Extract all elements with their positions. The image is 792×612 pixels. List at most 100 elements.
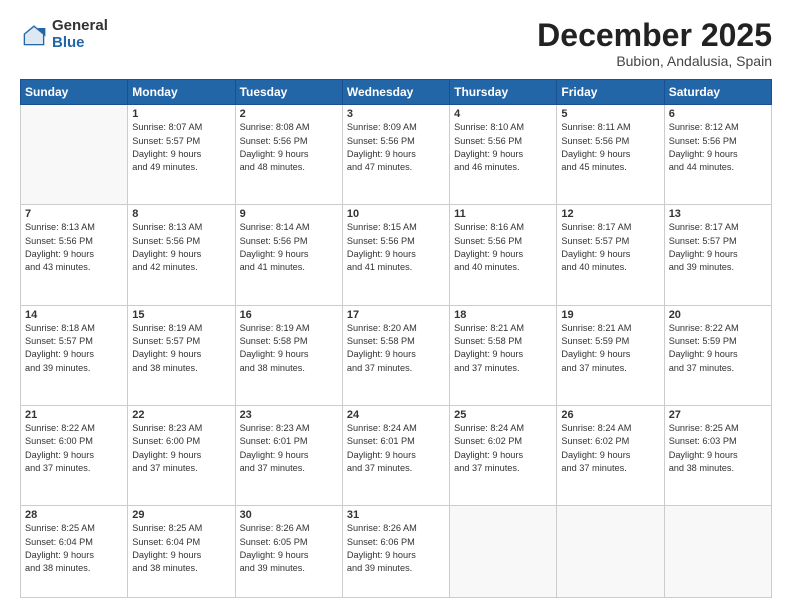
day-number: 24 [347,409,445,421]
calendar-day-cell: 28Sunrise: 8:25 AMSunset: 6:04 PMDayligh… [21,506,128,598]
calendar-day-cell: 25Sunrise: 8:24 AMSunset: 6:02 PMDayligh… [450,405,557,505]
day-number: 18 [454,309,552,321]
calendar-day-cell: 13Sunrise: 8:17 AMSunset: 5:57 PMDayligh… [664,205,771,305]
day-info: Sunrise: 8:18 AMSunset: 5:57 PMDaylight:… [25,322,123,375]
logo-general: General [52,18,108,35]
day-number: 15 [132,309,230,321]
calendar-day-cell: 26Sunrise: 8:24 AMSunset: 6:02 PMDayligh… [557,405,664,505]
calendar-table: SundayMondayTuesdayWednesdayThursdayFrid… [20,79,772,598]
day-number: 7 [25,208,123,220]
day-info: Sunrise: 8:08 AMSunset: 5:56 PMDaylight:… [240,121,338,174]
calendar-day-cell: 23Sunrise: 8:23 AMSunset: 6:01 PMDayligh… [235,405,342,505]
calendar-day-cell: 18Sunrise: 8:21 AMSunset: 5:58 PMDayligh… [450,305,557,405]
day-info: Sunrise: 8:24 AMSunset: 6:02 PMDaylight:… [454,422,552,475]
day-number: 30 [240,509,338,521]
logo: General Blue [20,18,108,51]
day-info: Sunrise: 8:16 AMSunset: 5:56 PMDaylight:… [454,221,552,274]
day-number: 25 [454,409,552,421]
day-info: Sunrise: 8:13 AMSunset: 5:56 PMDaylight:… [132,221,230,274]
day-number: 29 [132,509,230,521]
day-number: 14 [25,309,123,321]
day-info: Sunrise: 8:12 AMSunset: 5:56 PMDaylight:… [669,121,767,174]
day-info: Sunrise: 8:22 AMSunset: 5:59 PMDaylight:… [669,322,767,375]
calendar-day-cell: 8Sunrise: 8:13 AMSunset: 5:56 PMDaylight… [128,205,235,305]
day-number: 12 [561,208,659,220]
day-number: 6 [669,108,767,120]
day-info: Sunrise: 8:23 AMSunset: 6:01 PMDaylight:… [240,422,338,475]
calendar-day-cell: 3Sunrise: 8:09 AMSunset: 5:56 PMDaylight… [342,105,449,205]
day-number: 26 [561,409,659,421]
day-number: 8 [132,208,230,220]
day-info: Sunrise: 8:17 AMSunset: 5:57 PMDaylight:… [669,221,767,274]
calendar-day-cell: 6Sunrise: 8:12 AMSunset: 5:56 PMDaylight… [664,105,771,205]
day-number: 27 [669,409,767,421]
day-number: 17 [347,309,445,321]
calendar-day-cell: 30Sunrise: 8:26 AMSunset: 6:05 PMDayligh… [235,506,342,598]
logo-text: General Blue [52,18,108,51]
day-number: 4 [454,108,552,120]
calendar-day-cell: 11Sunrise: 8:16 AMSunset: 5:56 PMDayligh… [450,205,557,305]
calendar-day-cell [664,506,771,598]
logo-icon [20,21,48,49]
day-info: Sunrise: 8:07 AMSunset: 5:57 PMDaylight:… [132,121,230,174]
day-of-week-header: Sunday [21,80,128,105]
day-info: Sunrise: 8:23 AMSunset: 6:00 PMDaylight:… [132,422,230,475]
calendar-day-cell: 24Sunrise: 8:24 AMSunset: 6:01 PMDayligh… [342,405,449,505]
calendar-day-cell: 20Sunrise: 8:22 AMSunset: 5:59 PMDayligh… [664,305,771,405]
day-number: 21 [25,409,123,421]
calendar-day-cell: 1Sunrise: 8:07 AMSunset: 5:57 PMDaylight… [128,105,235,205]
day-info: Sunrise: 8:25 AMSunset: 6:04 PMDaylight:… [132,522,230,575]
day-number: 16 [240,309,338,321]
calendar-day-cell: 9Sunrise: 8:14 AMSunset: 5:56 PMDaylight… [235,205,342,305]
day-number: 2 [240,108,338,120]
calendar-day-cell: 12Sunrise: 8:17 AMSunset: 5:57 PMDayligh… [557,205,664,305]
day-number: 28 [25,509,123,521]
day-info: Sunrise: 8:13 AMSunset: 5:56 PMDaylight:… [25,221,123,274]
day-number: 10 [347,208,445,220]
calendar-week-row: 21Sunrise: 8:22 AMSunset: 6:00 PMDayligh… [21,405,772,505]
day-info: Sunrise: 8:20 AMSunset: 5:58 PMDaylight:… [347,322,445,375]
title-block: December 2025 Bubion, Andalusia, Spain [537,18,772,69]
day-number: 19 [561,309,659,321]
calendar-day-cell [450,506,557,598]
calendar-day-cell: 10Sunrise: 8:15 AMSunset: 5:56 PMDayligh… [342,205,449,305]
calendar-day-cell: 22Sunrise: 8:23 AMSunset: 6:00 PMDayligh… [128,405,235,505]
day-number: 1 [132,108,230,120]
day-of-week-header: Saturday [664,80,771,105]
day-of-week-header: Tuesday [235,80,342,105]
logo-blue: Blue [52,35,108,52]
day-number: 31 [347,509,445,521]
calendar-day-cell: 2Sunrise: 8:08 AMSunset: 5:56 PMDaylight… [235,105,342,205]
calendar-week-row: 7Sunrise: 8:13 AMSunset: 5:56 PMDaylight… [21,205,772,305]
day-info: Sunrise: 8:22 AMSunset: 6:00 PMDaylight:… [25,422,123,475]
day-info: Sunrise: 8:26 AMSunset: 6:06 PMDaylight:… [347,522,445,575]
calendar-day-cell: 19Sunrise: 8:21 AMSunset: 5:59 PMDayligh… [557,305,664,405]
day-info: Sunrise: 8:26 AMSunset: 6:05 PMDaylight:… [240,522,338,575]
header: General Blue December 2025 Bubion, Andal… [20,18,772,69]
calendar-header-row: SundayMondayTuesdayWednesdayThursdayFrid… [21,80,772,105]
day-info: Sunrise: 8:14 AMSunset: 5:56 PMDaylight:… [240,221,338,274]
calendar-day-cell: 31Sunrise: 8:26 AMSunset: 6:06 PMDayligh… [342,506,449,598]
calendar-day-cell: 27Sunrise: 8:25 AMSunset: 6:03 PMDayligh… [664,405,771,505]
day-number: 13 [669,208,767,220]
day-info: Sunrise: 8:21 AMSunset: 5:58 PMDaylight:… [454,322,552,375]
day-info: Sunrise: 8:15 AMSunset: 5:56 PMDaylight:… [347,221,445,274]
calendar-week-row: 1Sunrise: 8:07 AMSunset: 5:57 PMDaylight… [21,105,772,205]
day-info: Sunrise: 8:21 AMSunset: 5:59 PMDaylight:… [561,322,659,375]
day-of-week-header: Wednesday [342,80,449,105]
calendar-day-cell: 17Sunrise: 8:20 AMSunset: 5:58 PMDayligh… [342,305,449,405]
day-info: Sunrise: 8:24 AMSunset: 6:02 PMDaylight:… [561,422,659,475]
day-info: Sunrise: 8:19 AMSunset: 5:58 PMDaylight:… [240,322,338,375]
calendar-day-cell: 15Sunrise: 8:19 AMSunset: 5:57 PMDayligh… [128,305,235,405]
day-info: Sunrise: 8:25 AMSunset: 6:04 PMDaylight:… [25,522,123,575]
day-of-week-header: Monday [128,80,235,105]
calendar-day-cell: 29Sunrise: 8:25 AMSunset: 6:04 PMDayligh… [128,506,235,598]
calendar-week-row: 28Sunrise: 8:25 AMSunset: 6:04 PMDayligh… [21,506,772,598]
day-number: 3 [347,108,445,120]
day-info: Sunrise: 8:17 AMSunset: 5:57 PMDaylight:… [561,221,659,274]
day-info: Sunrise: 8:09 AMSunset: 5:56 PMDaylight:… [347,121,445,174]
month-title: December 2025 [537,18,772,53]
calendar-day-cell: 7Sunrise: 8:13 AMSunset: 5:56 PMDaylight… [21,205,128,305]
day-info: Sunrise: 8:19 AMSunset: 5:57 PMDaylight:… [132,322,230,375]
calendar-day-cell [21,105,128,205]
